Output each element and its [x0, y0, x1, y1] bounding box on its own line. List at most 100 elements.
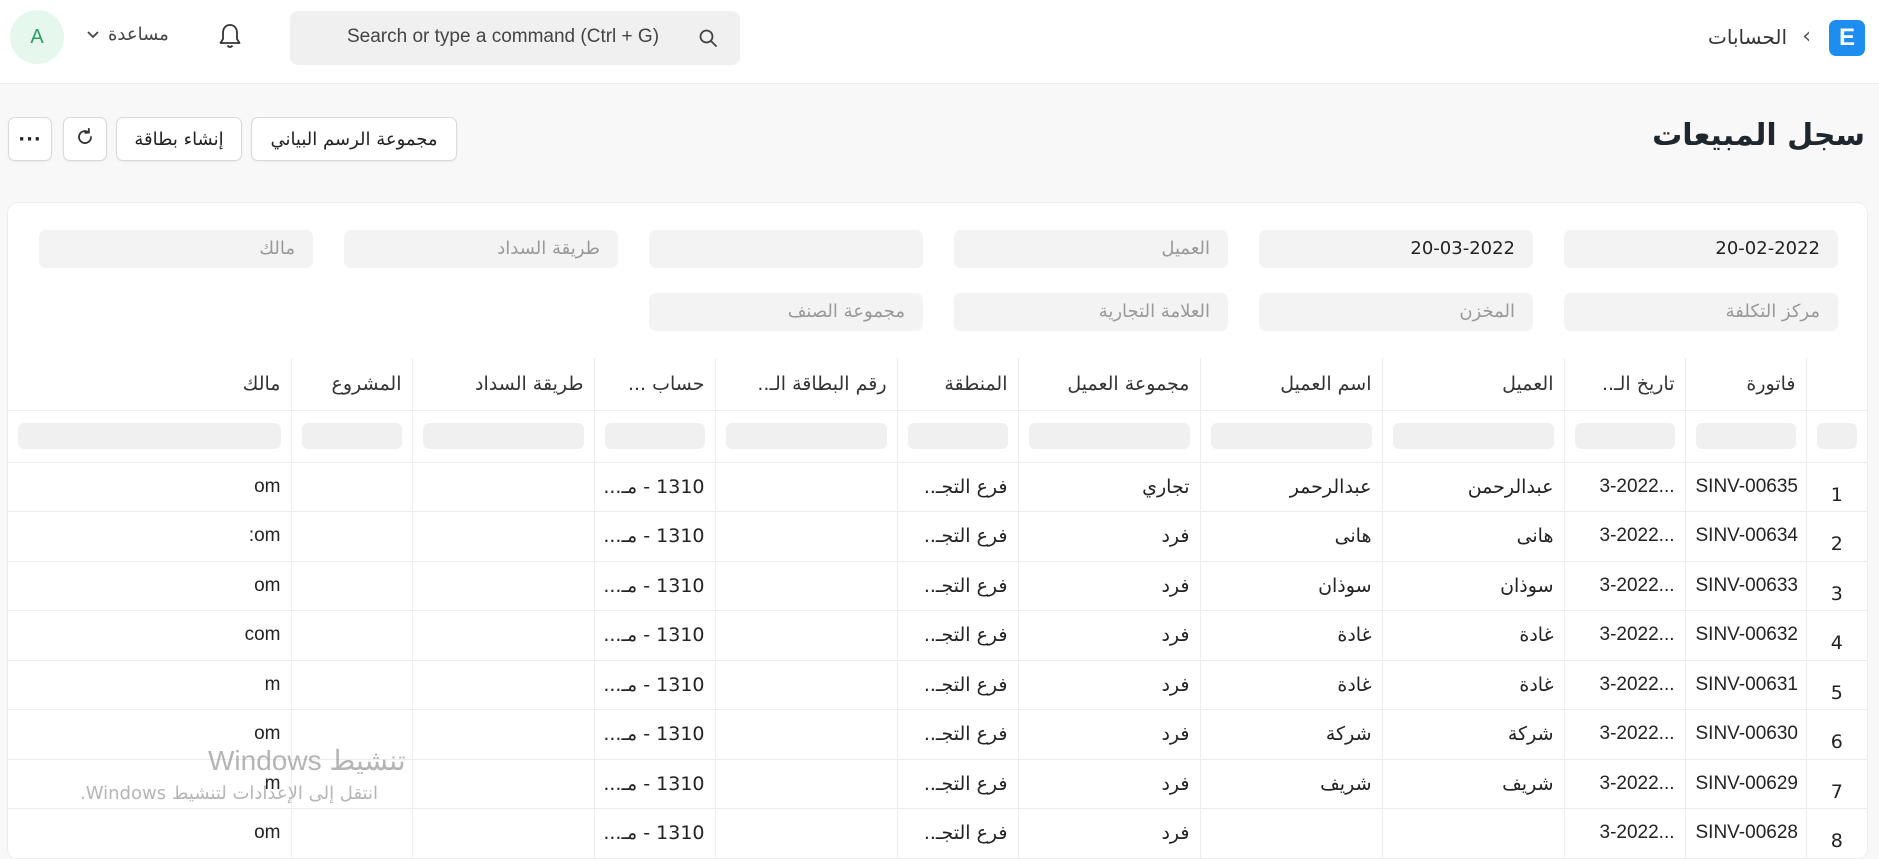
territory-cell[interactable]: فرع التجـ.. [897, 660, 1019, 710]
customer-name-cell[interactable]: عبدالرحمر [1200, 462, 1383, 512]
posting-date-cell[interactable]: 3-2022... [1564, 808, 1686, 859]
table-row[interactable]: 3 SINV-00633 3-2022... سوذان سوذان فرد فرع الت… [8, 561, 1867, 611]
project-cell[interactable] [291, 660, 413, 710]
column-header-owner[interactable]: مالك [8, 358, 292, 411]
customer-group-cell[interactable]: فرد [1018, 660, 1201, 710]
customer-name-cell[interactable]: غادة [1200, 610, 1383, 661]
customer-cell[interactable]: سوذان [1382, 561, 1565, 611]
posting-date-cell[interactable]: 3-2022... [1564, 610, 1686, 661]
tax-id-cell[interactable] [715, 709, 898, 760]
project-cell[interactable] [291, 808, 413, 859]
owner-cell[interactable]: om [8, 462, 292, 512]
customer-cell[interactable] [1382, 808, 1565, 859]
customer-cell[interactable]: غادة [1382, 610, 1565, 661]
owner-cell[interactable]: m [8, 660, 292, 710]
more-options-button[interactable]: ··· [8, 117, 52, 161]
column-header-customer[interactable]: العميل [1382, 358, 1565, 411]
help-dropdown[interactable]: مساعدة [86, 24, 169, 45]
column-header-payment-mode[interactable]: طريقة السداد [412, 358, 595, 411]
column-filter-input[interactable] [1392, 423, 1554, 449]
invoice-cell[interactable]: SINV-00633 [1685, 561, 1807, 611]
posting-date-cell[interactable]: 3-2022... [1564, 709, 1686, 760]
invoice-cell[interactable]: SINV-00632 [1685, 610, 1807, 661]
project-cell[interactable] [291, 511, 413, 562]
tax-id-cell[interactable] [715, 561, 898, 611]
customer-name-cell[interactable]: سوذان [1200, 561, 1383, 611]
column-header-posting-date[interactable]: تاريخ الـ.. [1564, 358, 1686, 411]
customer-cell[interactable]: شركة [1382, 709, 1565, 760]
column-filter-input[interactable] [725, 423, 887, 449]
column-filter-input[interactable] [604, 423, 705, 449]
customer-group-cell[interactable]: فرد [1018, 709, 1201, 760]
receivable-account-cell[interactable]: 1310 - مـ... [594, 511, 716, 562]
project-cell[interactable] [291, 462, 413, 512]
project-cell[interactable] [291, 561, 413, 611]
tax-id-cell[interactable] [715, 808, 898, 859]
territory-cell[interactable]: فرع التجـ.. [897, 610, 1019, 661]
posting-date-cell[interactable]: 3-2022... [1564, 759, 1686, 809]
customer-group-cell[interactable]: فرد [1018, 511, 1201, 562]
territory-cell[interactable]: فرع التجـ.. [897, 561, 1019, 611]
column-filter-input[interactable] [907, 423, 1008, 449]
column-filter-input[interactable] [301, 423, 402, 449]
column-filter-input[interactable] [422, 423, 584, 449]
posting-date-cell[interactable]: 3-2022... [1564, 561, 1686, 611]
customer-name-cell[interactable]: شريف [1200, 759, 1383, 809]
territory-cell[interactable]: فرع التجـ.. [897, 709, 1019, 760]
territory-cell[interactable]: فرع التجـ.. [897, 462, 1019, 512]
table-row[interactable]: 8 SINV-00628 3-2022... فرد فرع التجـ.. 1310 -… [8, 808, 1867, 859]
refresh-button[interactable] [63, 117, 107, 161]
receivable-account-cell[interactable]: 1310 - مـ... [594, 561, 716, 611]
payment-mode-filter[interactable]: طريقة السداد [344, 230, 618, 268]
payment-mode-cell[interactable] [412, 759, 595, 809]
receivable-account-cell[interactable]: 1310 - مـ... [594, 808, 716, 859]
payment-mode-cell[interactable] [412, 511, 595, 562]
payment-mode-cell[interactable] [412, 808, 595, 859]
invoice-cell[interactable]: SINV-00628 [1685, 808, 1807, 859]
notification-bell-icon[interactable] [217, 22, 243, 54]
customer-cell[interactable]: هانى [1382, 511, 1565, 562]
customer-group-cell[interactable]: فرد [1018, 808, 1201, 859]
column-header-territory[interactable]: المنطقة [897, 358, 1019, 411]
payment-mode-cell[interactable] [412, 610, 595, 661]
owner-cell[interactable]: om [8, 561, 292, 611]
table-row[interactable]: 5 SINV-00631 3-2022... غادة غادة فرد فرع التجـ… [8, 660, 1867, 710]
receivable-account-cell[interactable]: 1310 - مـ... [594, 709, 716, 760]
create-card-button[interactable]: إنشاء بطاقة [116, 117, 242, 161]
customer-group-cell[interactable]: تجاري [1018, 462, 1201, 512]
territory-cell[interactable]: فرع التجـ.. [897, 759, 1019, 809]
receivable-account-cell[interactable]: 1310 - مـ... [594, 759, 716, 809]
column-filter-input[interactable] [1028, 423, 1190, 449]
invoice-cell[interactable]: SINV-00629 [1685, 759, 1807, 809]
table-row[interactable]: 4 SINV-00632 3-2022... غادة غادة فرد فرع التجـ… [8, 610, 1867, 661]
customer-cell[interactable]: عبدالرحمن [1382, 462, 1565, 512]
receivable-account-cell[interactable]: 1310 - مـ... [594, 462, 716, 512]
customer-name-cell[interactable]: شركة [1200, 709, 1383, 760]
column-filter-input[interactable] [1210, 423, 1372, 449]
chart-group-button[interactable]: مجموعة الرسم البياني [251, 117, 457, 161]
posting-date-cell[interactable]: 3-2022... [1564, 462, 1686, 512]
user-avatar[interactable]: A [10, 10, 64, 64]
territory-cell[interactable]: فرع التجـ.. [897, 808, 1019, 859]
to-date-filter[interactable]: 20-03-2022 [1259, 230, 1533, 268]
table-row[interactable]: 1 SINV-00635 3-2022... عبدالرحمن عبدالرحمر تج… [8, 462, 1867, 512]
column-header-customer-group[interactable]: مجموعة العميل [1018, 358, 1201, 411]
invoice-cell[interactable]: SINV-00631 [1685, 660, 1807, 710]
table-row[interactable]: 2 SINV-00634 3-2022... هانى هانى فرد فرع التجـ… [8, 511, 1867, 562]
owner-filter[interactable]: مالك [39, 230, 313, 268]
payment-mode-cell[interactable] [412, 709, 595, 760]
tax-id-cell[interactable] [715, 610, 898, 661]
column-filter-input[interactable] [1695, 423, 1796, 449]
column-header-receivable-account[interactable]: حساب ... [594, 358, 716, 411]
search-input[interactable]: Search or type a command (Ctrl + G) [347, 26, 659, 48]
customer-cell[interactable]: غادة [1382, 660, 1565, 710]
invoice-cell[interactable]: SINV-00634 [1685, 511, 1807, 562]
brand-filter[interactable]: العلامة التجارية [954, 293, 1228, 331]
payment-mode-cell[interactable] [412, 462, 595, 512]
cost-center-filter[interactable]: مركز التكلفة [1564, 293, 1838, 331]
breadcrumb-accounts[interactable]: الحسابات [1708, 25, 1787, 49]
tax-id-cell[interactable] [715, 462, 898, 512]
from-date-filter[interactable]: 20-02-2022 [1564, 230, 1838, 268]
item-group-filter[interactable]: مجموعة الصنف [649, 293, 923, 331]
project-cell[interactable] [291, 610, 413, 661]
